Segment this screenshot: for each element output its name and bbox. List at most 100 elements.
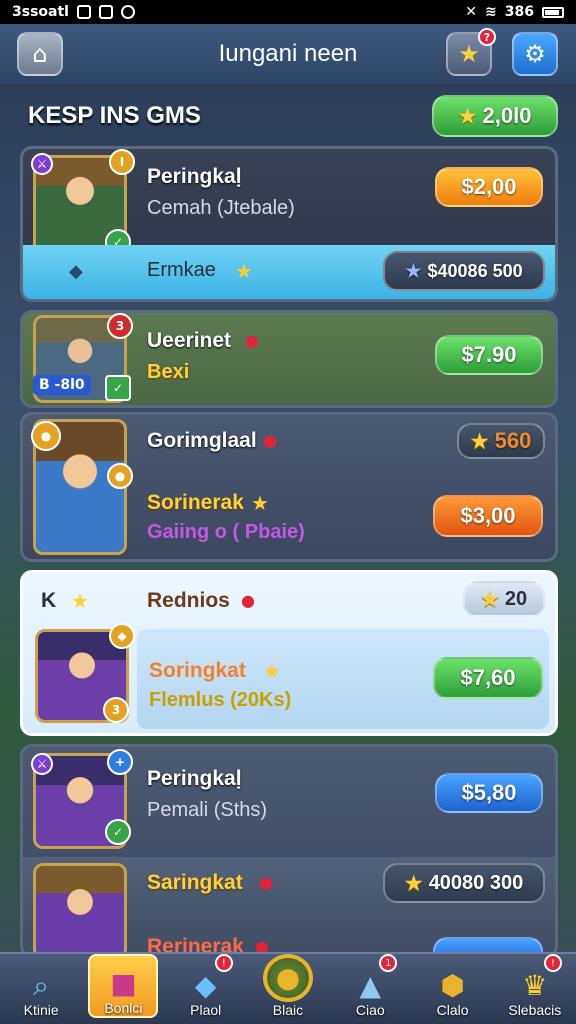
row-title: Saringkat (147, 871, 243, 894)
gallery-icon (76, 5, 91, 19)
rank-badge: 3 (107, 313, 133, 339)
price-button[interactable]: $2,00 (435, 167, 543, 207)
bottom-nav: ⌕ Ktinie ■ Bonlci ◆ ! Plaol ● Blaic ▲ 1 … (0, 952, 576, 1024)
hero-subtitle: Cemah (Jtebale) (147, 197, 295, 219)
star-icon: ★ (405, 260, 422, 281)
nav-label: Ktinie (23, 1002, 59, 1018)
level-tag: B -8l0 (33, 375, 91, 395)
notification-badge: ! (543, 954, 562, 972)
hero-subtitle-title: Soringkat (149, 659, 246, 682)
check-icon: ✓ (105, 375, 131, 401)
nav-item-clalo[interactable]: ⬢ Clalo (418, 954, 488, 1019)
hero-subtitle-title: Sorinerak (147, 491, 244, 514)
balance-value: 2,0l0 (482, 103, 532, 128)
star-icon: ★ (458, 105, 477, 128)
star-icon: ★ (470, 430, 489, 453)
shield-icon: ⬢ (440, 969, 465, 1002)
gem-icon: ▲ (359, 969, 382, 1002)
search-icon: ⌕ (33, 969, 49, 1002)
hero-subtitle: Bexi (147, 361, 190, 383)
app-icon (120, 5, 135, 19)
notification-badge: ? (478, 28, 496, 46)
heart-icon: ● (245, 331, 259, 350)
notification-badge: ! (214, 954, 233, 972)
reward-value-pill: ★ $40086 500 (383, 251, 545, 291)
hero-subtitle: Gaiing o ( Pbaie) (147, 521, 305, 543)
wifi-icon: ≋ (485, 4, 497, 20)
diamond-icon: ◆ (69, 261, 83, 282)
balance-pill[interactable]: ★ 2,0l0 (432, 95, 558, 137)
nav-label: Bonlci (104, 1000, 143, 1016)
hero-card-3[interactable]: ● ● Gorimglaal ● ★ 560 Sorinerak ★ Gaiin… (20, 412, 558, 562)
nav-label: Blaic (272, 1002, 304, 1018)
star-icon: ★ (404, 872, 423, 895)
offer-panel: Soringkat ★ Flemlus (20Ks) $7,60 (137, 629, 549, 729)
reward-stripe: ◆ Ermkae ★ ★ $40086 500 (23, 245, 555, 299)
battery-text: 386 (504, 4, 534, 20)
reward-value-pill: ★ 40080 300 (383, 863, 545, 903)
hero-avatar (33, 863, 127, 955)
star-icon: ★ (263, 659, 281, 683)
nav-item-ktinie[interactable]: ⌕ Ktinie (6, 954, 76, 1019)
home-icon: ⌂ (32, 40, 48, 68)
price-button[interactable]: $5,80 (435, 773, 543, 813)
class-icon: ⚔ (31, 153, 53, 175)
nav-item-plaol[interactable]: ◆ ! Plaol (171, 954, 241, 1018)
gear-icon: ⚙ (524, 40, 546, 68)
hero-card-1[interactable]: ⚔ I ✓ Peringkaḷ Cemah (Jtebale) $2,00 ◆ … (20, 146, 558, 302)
price-button[interactable]: $7.90 (435, 335, 543, 375)
status-bar: 3ssoatl ✕ ≋ 386 (0, 0, 576, 24)
section-header: KESP INS GMS ★ 2,0l0 (28, 95, 558, 137)
price-button[interactable]: $7,60 (433, 657, 543, 699)
nav-item-ciao[interactable]: ▲ 1 Ciao (335, 954, 405, 1018)
settings-button[interactable]: ⚙ (512, 32, 558, 76)
nav-item-blaic[interactable]: ● Blaic (253, 954, 323, 1018)
hero-title: Peringkaḷ (147, 767, 242, 790)
class-icon: ◆ (109, 623, 135, 649)
trophy-icon: ♛ (522, 969, 548, 1002)
hero-card-4[interactable]: K ★ Rednios ● ★ 20 ◆ 3 Soringkat ★ Fleml… (20, 570, 558, 736)
nav-label: Ciao (355, 1002, 385, 1018)
rank-badge: I (109, 149, 135, 175)
rank-badge: ● (107, 463, 133, 489)
chat-icon: ◆ (194, 969, 217, 1002)
card-header-left: K (41, 589, 57, 612)
reward-value: 40080 300 (428, 871, 524, 894)
star-icon: ★ (251, 491, 269, 515)
star-icon: ★ (480, 588, 499, 611)
mute-icon: ✕ (465, 4, 478, 20)
page-title: Iungani neen (218, 40, 358, 67)
section-title: KESP INS GMS (28, 102, 201, 129)
nav-item-slebacis[interactable]: ♛ ! Slebacis (500, 954, 570, 1018)
favorites-button[interactable]: ★ ? (446, 28, 496, 76)
check-badge: ✓ (105, 819, 131, 845)
coin-icon: ● (31, 421, 61, 451)
gift-icon: ■ (110, 967, 137, 1000)
nav-item-bonlci[interactable]: ■ Bonlci (88, 954, 159, 1018)
hero-card-2[interactable]: 3 B -8l0 ✓ Ueerinet ● Bexi $7.90 (20, 310, 558, 408)
battery-icon (542, 6, 564, 18)
heart-icon: ● (259, 873, 273, 892)
price-button[interactable]: $3,00 (433, 495, 543, 537)
sub-row: Saringkat ● ★ 40080 300 Rerinerak ● (23, 857, 555, 955)
stars-pill: ★ 20 (463, 581, 545, 617)
home-button[interactable]: ⌂ (17, 32, 63, 76)
notification-badge: 1 (379, 954, 398, 972)
rank-badge: + (107, 749, 133, 775)
stars-value: 20 (504, 587, 528, 610)
hero-subtitle: Flemlus (20Ks) (149, 689, 292, 711)
status-time: 3ssoatl (12, 4, 69, 20)
class-icon: ⚔ (31, 753, 53, 775)
rank-badge: 3 (103, 697, 129, 723)
top-bar: ⌂ Iungani neen ★ ? ⚙ (0, 24, 576, 84)
stars-pill: ★ 560 (457, 423, 545, 459)
star-icon: ★ (235, 259, 253, 283)
star-icon: ★ (458, 40, 480, 68)
hero-subtitle: Pemali (Sths) (147, 799, 268, 821)
reward-label: Ermkae (147, 259, 216, 281)
globe-icon: ● (262, 954, 313, 1002)
hero-card-5[interactable]: ⚔ + ✓ Peringkaḷ Pemali (Sths) $5,80 Sari… (20, 744, 558, 958)
nav-label: Plaol (190, 1002, 222, 1018)
hero-title: Gorimglaal (147, 429, 257, 452)
heart-icon: ● (241, 591, 255, 610)
